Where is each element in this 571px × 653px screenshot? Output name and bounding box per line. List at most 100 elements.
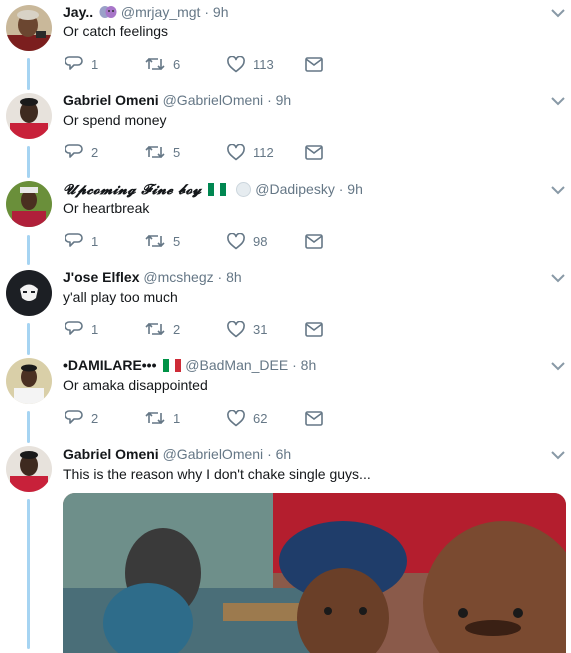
reply-button[interactable]: 1 xyxy=(65,231,98,251)
timestamp[interactable]: 9h xyxy=(347,181,363,197)
reply-icon xyxy=(65,410,83,424)
tweet-actions: 2 1 62 xyxy=(63,408,363,428)
reply-button[interactable]: 2 xyxy=(65,408,98,428)
timestamp[interactable]: 8h xyxy=(301,357,317,373)
separator-dot: · xyxy=(338,181,344,197)
retweet-count: 6 xyxy=(173,56,181,72)
direct-message-button[interactable] xyxy=(305,319,323,339)
like-count: 98 xyxy=(253,233,268,249)
avatar[interactable] xyxy=(6,181,52,227)
avatar[interactable] xyxy=(6,358,52,404)
like-button[interactable]: 112 xyxy=(227,142,274,162)
theater-masks-emoji xyxy=(99,5,117,23)
tweet-photo[interactable] xyxy=(63,493,566,653)
avatar[interactable] xyxy=(6,446,52,492)
tweet[interactable]: •DAMILARE••• @BadMan_DEE · 8h Or amaka d… xyxy=(0,353,571,441)
tweet[interactable]: J'ose Elflex @mcshegz · 8h y'all play to… xyxy=(0,265,571,353)
reply-button[interactable]: 1 xyxy=(65,319,98,339)
like-button[interactable]: 98 xyxy=(227,231,267,251)
reply-icon xyxy=(65,233,83,247)
author-handle[interactable]: @Dadipesky xyxy=(255,181,335,197)
like-count: 112 xyxy=(253,144,274,160)
tweet-actions: 1 2 31 xyxy=(63,319,363,339)
reply-count: 2 xyxy=(91,144,99,160)
retweet-button[interactable]: 5 xyxy=(145,231,180,251)
author-name[interactable]: J'ose Elflex xyxy=(63,269,139,285)
separator-dot: · xyxy=(204,4,210,20)
author-handle[interactable]: @BadMan_DEE xyxy=(185,357,288,373)
tweet[interactable]: Jay.. @mrjay_mgt · 9h Or catch feelings … xyxy=(0,0,571,88)
tweet-text: Or spend money xyxy=(63,112,167,128)
timestamp[interactable]: 6h xyxy=(276,446,292,462)
separator-dot: · xyxy=(267,446,272,462)
like-button[interactable]: 113 xyxy=(227,54,274,74)
reply-icon xyxy=(65,321,83,335)
retweet-button[interactable]: 1 xyxy=(145,408,180,428)
reply-button[interactable]: 2 xyxy=(65,142,98,162)
timestamp[interactable]: 9h xyxy=(276,92,292,108)
caret-down-icon[interactable] xyxy=(550,449,566,461)
caret-down-icon[interactable] xyxy=(550,360,566,372)
reply-button[interactable]: 1 xyxy=(65,54,98,74)
direct-message-icon xyxy=(305,233,323,249)
timestamp[interactable]: 8h xyxy=(226,269,242,285)
like-icon xyxy=(227,232,245,249)
nigeria-flag-emoji xyxy=(208,182,227,196)
like-button[interactable]: 62 xyxy=(227,408,267,428)
author-name[interactable]: 𝓤𝓹𝓬𝓸𝓶𝓲𝓷𝓰 𝓕𝓲𝓷𝓮 𝓫𝓸𝔂 xyxy=(63,182,202,198)
italy-flag-emoji xyxy=(163,358,182,372)
like-count: 62 xyxy=(253,410,268,426)
author-name[interactable]: Gabriel Omeni xyxy=(63,446,159,462)
separator-dot: · xyxy=(217,269,223,285)
avatar[interactable] xyxy=(6,5,52,51)
retweet-count: 5 xyxy=(173,144,181,160)
retweet-button[interactable]: 5 xyxy=(145,142,180,162)
like-count: 113 xyxy=(253,56,274,72)
author-handle[interactable]: @mrjay_mgt xyxy=(121,4,201,20)
caret-down-icon[interactable] xyxy=(550,272,566,284)
retweet-count: 2 xyxy=(173,321,181,337)
direct-message-button[interactable] xyxy=(305,408,323,428)
author-handle[interactable]: @GabrielOmeni xyxy=(163,92,264,108)
caret-down-icon[interactable] xyxy=(550,95,566,107)
retweet-icon xyxy=(145,322,165,336)
like-count: 31 xyxy=(253,321,268,337)
direct-message-icon xyxy=(305,56,323,72)
tweet-text: Or amaka disappointed xyxy=(63,377,208,393)
direct-message-button[interactable] xyxy=(305,231,323,251)
like-button[interactable]: 31 xyxy=(227,319,267,339)
avatar[interactable] xyxy=(6,93,52,139)
author-name[interactable]: Gabriel Omeni xyxy=(63,92,159,108)
retweet-icon xyxy=(145,234,165,248)
avatar[interactable] xyxy=(6,270,52,316)
direct-message-button[interactable] xyxy=(305,142,323,162)
author-name[interactable]: Jay.. xyxy=(63,4,93,20)
white-circle-emoji xyxy=(236,182,252,197)
tweet[interactable]: 𝓤𝓹𝓬𝓸𝓶𝓲𝓷𝓰 𝓕𝓲𝓷𝓮 𝓫𝓸𝔂 @Dadipesky · 9h Or hea… xyxy=(0,176,571,265)
direct-message-icon xyxy=(305,321,323,337)
like-icon xyxy=(227,55,245,72)
retweet-count: 5 xyxy=(173,233,181,249)
retweet-count: 1 xyxy=(173,410,181,426)
caret-down-icon[interactable] xyxy=(550,7,566,19)
like-icon xyxy=(227,143,245,160)
timestamp[interactable]: 9h xyxy=(213,4,229,20)
tweet-text: This is the reason why I don't chake sin… xyxy=(63,466,371,482)
tweet-text: y'all play too much xyxy=(63,289,178,305)
direct-message-icon xyxy=(305,144,323,160)
retweet-button[interactable]: 6 xyxy=(145,54,180,74)
author-handle[interactable]: @mcshegz xyxy=(143,269,213,285)
tweet-actions: 1 5 98 xyxy=(63,231,363,251)
retweet-icon xyxy=(145,57,165,71)
retweet-button[interactable]: 2 xyxy=(145,319,180,339)
author-name[interactable]: •DAMILARE••• xyxy=(63,357,157,373)
direct-message-icon xyxy=(305,410,323,426)
reply-icon xyxy=(65,56,83,70)
caret-down-icon[interactable] xyxy=(550,184,566,196)
tweet[interactable]: Gabriel Omeni @GabrielOmeni · 9h Or spen… xyxy=(0,88,571,176)
author-handle[interactable]: @GabrielOmeni xyxy=(163,446,264,462)
separator-dot: · xyxy=(267,92,272,108)
reply-count: 1 xyxy=(91,321,99,337)
retweet-icon xyxy=(145,145,165,159)
direct-message-button[interactable] xyxy=(305,54,323,74)
